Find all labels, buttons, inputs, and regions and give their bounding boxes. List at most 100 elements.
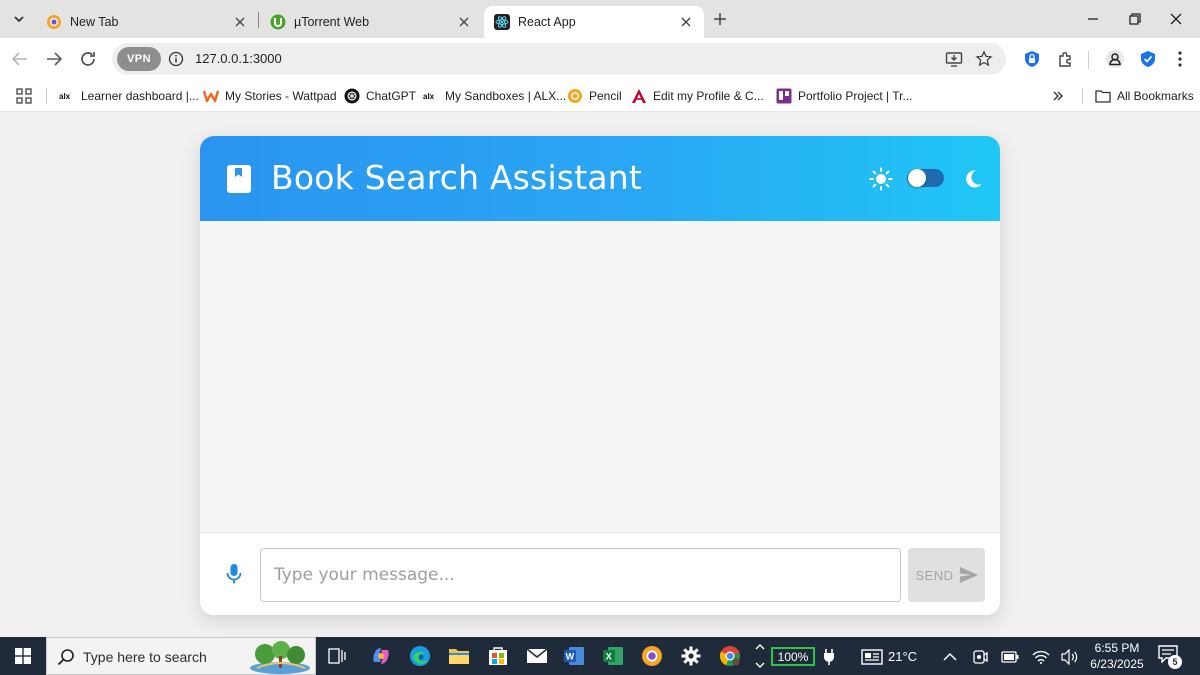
app-header: Book Search Assistant bbox=[200, 136, 1000, 221]
install-app-icon[interactable] bbox=[943, 48, 965, 70]
profile-icon[interactable] bbox=[1103, 47, 1127, 71]
microphone-icon[interactable] bbox=[222, 562, 246, 586]
message-list[interactable] bbox=[200, 221, 1000, 532]
taskbar-search-placeholder: Type here to search bbox=[83, 649, 207, 665]
sun-icon bbox=[869, 167, 893, 191]
theme-toggle-switch[interactable] bbox=[907, 169, 944, 187]
vpn-badge[interactable]: VPN bbox=[117, 47, 161, 71]
bookmark-chatgpt[interactable]: ChatGPT bbox=[344, 86, 416, 106]
notification-count-badge: 5 bbox=[1168, 655, 1182, 669]
browser-toolbar: VPN 127.0.0.1:3000 bbox=[0, 38, 1200, 80]
tab-utorrent[interactable]: µTorrent Web bbox=[260, 6, 482, 38]
alx-icon: alx bbox=[423, 88, 439, 104]
clock-date: 6/23/2025 bbox=[1090, 657, 1144, 671]
back-button[interactable] bbox=[8, 47, 32, 71]
bookmark-pencil[interactable]: Pencil bbox=[567, 86, 622, 106]
close-tab-icon[interactable] bbox=[232, 14, 248, 30]
reload-button[interactable] bbox=[76, 47, 100, 71]
all-bookmarks-label: All Bookmarks bbox=[1117, 89, 1194, 103]
svg-text:alx: alx bbox=[59, 92, 71, 101]
angular-icon bbox=[631, 88, 647, 104]
windows-taskbar: Type here to search W X 100% 21°C 6:55 P… bbox=[0, 637, 1200, 675]
mail-icon[interactable] bbox=[524, 643, 550, 669]
bookmark-label: Pencil bbox=[589, 89, 622, 103]
bookmark-label: ChatGPT bbox=[366, 89, 417, 103]
bookmark-star-icon[interactable] bbox=[973, 48, 995, 70]
chrome-new-tab-icon bbox=[46, 14, 62, 30]
tray-overflow-caret-icon[interactable] bbox=[940, 647, 960, 667]
bookmark-portfolio-project[interactable]: Portfolio Project | Tr... bbox=[776, 86, 913, 106]
tab-title: µTorrent Web bbox=[294, 15, 370, 29]
address-bar[interactable]: VPN 127.0.0.1:3000 bbox=[112, 43, 1006, 75]
close-tab-icon[interactable] bbox=[678, 14, 694, 30]
send-arrow-icon bbox=[959, 567, 978, 583]
security-shield-icon[interactable] bbox=[1136, 47, 1160, 71]
folder-icon bbox=[1095, 88, 1111, 104]
tab-new-tab[interactable]: New Tab bbox=[36, 6, 258, 38]
all-bookmarks-button[interactable]: All Bookmarks bbox=[1095, 86, 1194, 106]
system-clock[interactable]: 6:55 PM 6/23/2025 bbox=[1088, 640, 1146, 672]
bookmark-separator bbox=[1082, 88, 1083, 104]
copilot-icon[interactable] bbox=[368, 643, 394, 669]
send-button[interactable]: SEND bbox=[908, 548, 985, 602]
site-info-icon[interactable] bbox=[168, 51, 184, 67]
password-manager-extension-icon[interactable] bbox=[1020, 47, 1044, 71]
apps-grid-icon[interactable] bbox=[16, 86, 32, 106]
toggle-knob bbox=[908, 169, 926, 187]
more-bookmarks-chevron-icon[interactable] bbox=[1052, 86, 1064, 106]
tab-react-app[interactable]: React App bbox=[484, 6, 704, 38]
chrome-canary-icon[interactable] bbox=[639, 643, 665, 669]
alx-icon: alx bbox=[59, 88, 75, 104]
notification-center-icon[interactable]: 5 bbox=[1158, 645, 1182, 669]
word-icon[interactable]: W bbox=[561, 643, 587, 669]
restore-button[interactable] bbox=[1125, 9, 1145, 29]
extensions-puzzle-icon[interactable] bbox=[1054, 47, 1078, 71]
page-viewport: Book Search Assistant SEND bbox=[0, 113, 1200, 637]
tab-title: New Tab bbox=[70, 15, 119, 29]
minimize-button[interactable] bbox=[1083, 9, 1103, 29]
meet-now-icon[interactable] bbox=[970, 647, 990, 667]
bookmark-my-sandboxes[interactable]: alx My Sandboxes | ALX... bbox=[423, 86, 566, 106]
tab-search-button[interactable] bbox=[7, 7, 31, 31]
wifi-icon[interactable] bbox=[1031, 647, 1051, 667]
excel-icon[interactable]: X bbox=[600, 643, 626, 669]
wattpad-icon bbox=[203, 88, 219, 104]
react-icon bbox=[494, 14, 510, 30]
bookmarks-bar: alx Learner dashboard |... My Stories - … bbox=[0, 80, 1200, 112]
bookmark-edit-profile[interactable]: Edit my Profile & C... bbox=[631, 86, 764, 106]
volume-icon[interactable] bbox=[1060, 647, 1080, 667]
microsoft-store-icon[interactable] bbox=[485, 643, 511, 669]
bookmark-wattpad[interactable]: My Stories - Wattpad bbox=[203, 86, 337, 106]
windows-start-icon[interactable] bbox=[0, 637, 46, 675]
chatgpt-icon bbox=[344, 88, 360, 104]
battery-percentage[interactable]: 100% bbox=[771, 647, 815, 666]
message-input[interactable] bbox=[260, 548, 901, 602]
bookmark-label: Learner dashboard |... bbox=[81, 89, 199, 103]
url-text[interactable]: 127.0.0.1:3000 bbox=[195, 51, 282, 66]
search-highlight-illustration-icon bbox=[247, 640, 313, 674]
utorrent-icon bbox=[270, 14, 286, 30]
forward-button[interactable] bbox=[42, 47, 66, 71]
clock-time: 6:55 PM bbox=[1094, 641, 1140, 655]
task-view-icon[interactable] bbox=[324, 643, 350, 669]
weather-temperature[interactable]: 21°C bbox=[888, 649, 917, 664]
show-hidden-icons-chevron-icon[interactable] bbox=[750, 639, 770, 673]
trello-icon bbox=[776, 88, 792, 104]
chrome-icon[interactable] bbox=[717, 643, 743, 669]
search-icon bbox=[57, 648, 75, 666]
tab-strip: New Tab µTorrent Web React App bbox=[0, 0, 1200, 38]
tab-title: React App bbox=[518, 15, 576, 29]
browser-menu-icon[interactable] bbox=[1168, 47, 1192, 71]
close-window-button[interactable] bbox=[1166, 9, 1186, 29]
send-label: SEND bbox=[915, 567, 954, 583]
file-explorer-icon[interactable] bbox=[446, 643, 472, 669]
news-widget-icon[interactable] bbox=[860, 647, 884, 667]
new-tab-button[interactable] bbox=[710, 9, 730, 29]
taskbar-search-box[interactable]: Type here to search bbox=[46, 637, 316, 675]
edge-browser-icon[interactable] bbox=[407, 643, 433, 669]
pencil-app-icon bbox=[567, 88, 583, 104]
settings-gear-icon[interactable] bbox=[678, 643, 704, 669]
bookmark-learner-dashboard[interactable]: alx Learner dashboard |... bbox=[59, 86, 199, 106]
battery-icon[interactable] bbox=[1000, 647, 1020, 667]
close-tab-icon[interactable] bbox=[456, 14, 472, 30]
